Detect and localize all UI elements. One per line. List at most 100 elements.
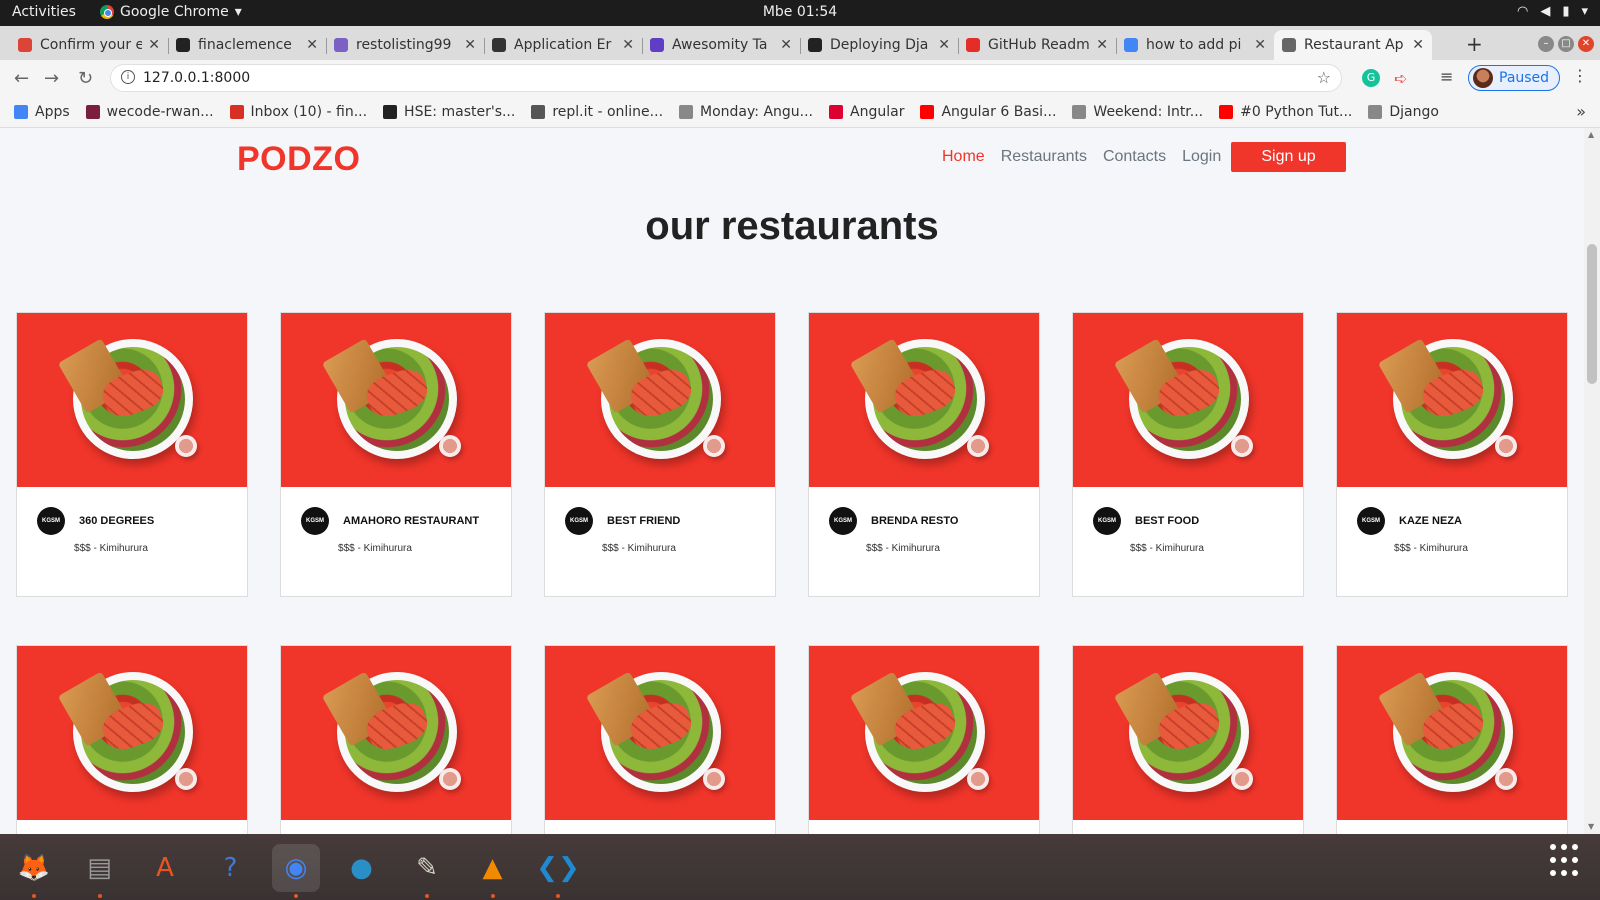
restaurant-card[interactable] [808, 645, 1040, 834]
restaurant-card[interactable]: KGSM BEST FOOD $$$ - Kimihurura [1072, 312, 1304, 597]
bookmark-star-icon[interactable]: ☆ [1317, 68, 1331, 87]
bookmark-item[interactable]: #0 Python Tut... [1219, 104, 1352, 120]
browser-tab[interactable]: Awesomity Ta ✕ [642, 30, 800, 60]
activities-button[interactable]: Activities [12, 4, 76, 20]
close-window-button[interactable]: ✕ [1578, 36, 1594, 52]
restaurant-card[interactable] [280, 645, 512, 834]
browser-tab[interactable]: Deploying Dja ✕ [800, 30, 958, 60]
forward-arrow-icon[interactable]: → [44, 68, 59, 89]
sign-up-button[interactable]: Sign up [1231, 142, 1346, 172]
bookmark-item[interactable]: Angular 6 Basi... [920, 104, 1056, 120]
vscode-icon[interactable]: ❮❯ [534, 844, 582, 898]
info-icon[interactable]: i [121, 70, 135, 84]
close-tab-icon[interactable]: ✕ [1096, 37, 1108, 53]
bookmarks-overflow-icon[interactable]: » [1576, 102, 1586, 121]
close-tab-icon[interactable]: ✕ [780, 37, 792, 53]
restaurant-name[interactable]: KAZE NEZA [1399, 515, 1462, 527]
restaurant-card[interactable] [16, 645, 248, 834]
software-center-icon[interactable]: A [141, 844, 189, 892]
close-tab-icon[interactable]: ✕ [1254, 37, 1266, 53]
help-icon[interactable]: ? [207, 844, 255, 892]
restaurant-image[interactable] [1337, 646, 1567, 820]
text-editor-icon[interactable]: ✎ [403, 844, 451, 898]
scroll-up-arrow-icon[interactable]: ▲ [1588, 130, 1594, 139]
bookmark-item[interactable]: repl.it - online... [531, 104, 663, 120]
close-tab-icon[interactable]: ✕ [938, 37, 950, 53]
bookmark-item[interactable]: Angular [829, 104, 904, 120]
address-bar[interactable]: i 127.0.0.1:8000 ☆ [110, 64, 1342, 92]
firefox-icon[interactable]: 🦊 [10, 844, 58, 898]
vlc-icon[interactable]: ▲ [469, 844, 517, 898]
nav-link-contacts[interactable]: Contacts [1103, 148, 1166, 166]
bookmark-item[interactable]: wecode-rwan... [85, 104, 214, 120]
page-scrollbar[interactable]: ▲ ▼ [1584, 128, 1600, 834]
system-tray[interactable]: ◠ ◀ ▮ ▾ [1517, 4, 1588, 19]
restaurant-name[interactable]: BRENDA RESTO [871, 515, 958, 527]
back-arrow-icon[interactable]: ← [14, 68, 29, 89]
restaurant-image[interactable] [281, 646, 511, 820]
bookmark-item[interactable]: Inbox (10) - fin... [229, 104, 367, 120]
nav-link-restaurants[interactable]: Restaurants [1001, 148, 1087, 166]
restaurant-card[interactable] [1336, 645, 1568, 834]
blue-circle-app-icon[interactable]: ● [338, 844, 386, 892]
nav-link-home[interactable]: Home [942, 148, 985, 166]
more-menu-icon[interactable]: ⋮ [1572, 66, 1588, 85]
url-text[interactable]: 127.0.0.1:8000 [143, 70, 250, 86]
chrome-icon[interactable]: ◉ [272, 844, 320, 898]
restaurant-image[interactable] [1073, 313, 1303, 487]
bookmark-item[interactable]: Apps [14, 104, 70, 120]
app-menu[interactable]: Google Chrome ▾ [100, 4, 242, 20]
restaurant-image[interactable] [545, 313, 775, 487]
close-tab-icon[interactable]: ✕ [306, 37, 318, 53]
bookmark-item[interactable]: HSE: master's... [383, 104, 515, 120]
restaurant-image[interactable] [1337, 313, 1567, 487]
restaurant-card[interactable] [1072, 645, 1304, 834]
close-tab-icon[interactable]: ✕ [464, 37, 476, 53]
browser-tab[interactable]: restolisting99 ✕ [326, 30, 484, 60]
grammarly-extension-icon[interactable]: G [1362, 69, 1380, 87]
restaurant-image[interactable] [17, 646, 247, 820]
browser-tab[interactable]: how to add pi ✕ [1116, 30, 1274, 60]
restaurant-name[interactable]: 360 DEGREES [79, 515, 154, 527]
restaurant-card[interactable]: KGSM 360 DEGREES $$$ - Kimihurura [16, 312, 248, 597]
reload-icon[interactable]: ↻ [78, 68, 93, 89]
browser-tab[interactable]: Confirm your e ✕ [10, 30, 168, 60]
site-logo[interactable]: PODZO [237, 140, 360, 179]
restaurant-name[interactable]: BEST FRIEND [607, 515, 680, 527]
restaurant-card[interactable] [544, 645, 776, 834]
restaurant-image[interactable] [809, 646, 1039, 820]
nav-link-login[interactable]: Login [1182, 148, 1221, 166]
restaurant-name[interactable]: BEST FOOD [1135, 515, 1199, 527]
restaurant-card[interactable]: KGSM AMAHORO RESTAURANT $$$ - Kimihurura [280, 312, 512, 597]
browser-tab[interactable]: Application Er ✕ [484, 30, 642, 60]
restaurant-card[interactable]: KGSM BEST FRIEND $$$ - Kimihurura [544, 312, 776, 597]
restaurant-card[interactable]: KGSM BRENDA RESTO $$$ - Kimihurura [808, 312, 1040, 597]
restaurant-image[interactable] [281, 313, 511, 487]
scrollbar-thumb[interactable] [1587, 244, 1597, 384]
maximize-button[interactable]: □ [1558, 36, 1574, 52]
browser-tab[interactable]: GitHub Readm ✕ [958, 30, 1116, 60]
extension-arrow-icon[interactable]: ➪ [1394, 69, 1407, 88]
scroll-down-arrow-icon[interactable]: ▼ [1588, 822, 1594, 831]
clock[interactable]: Mbe 01:54 [763, 4, 837, 20]
files-icon[interactable]: ▤ [76, 844, 124, 898]
profile-button[interactable]: Paused [1468, 65, 1560, 91]
browser-tab[interactable]: finaclemence ✕ [168, 30, 326, 60]
restaurant-image[interactable] [809, 313, 1039, 487]
restaurant-image[interactable] [545, 646, 775, 820]
restaurant-image[interactable] [17, 313, 247, 487]
bookmark-item[interactable]: Weekend: Intr... [1072, 104, 1203, 120]
new-tab-button[interactable]: + [1466, 32, 1483, 56]
browser-tab[interactable]: Restaurant Ap ✕ [1274, 30, 1432, 60]
close-tab-icon[interactable]: ✕ [622, 37, 634, 53]
bookmark-item[interactable]: Django [1368, 104, 1439, 120]
restaurant-name[interactable]: AMAHORO RESTAURANT [343, 515, 479, 527]
show-applications-icon[interactable] [1550, 844, 1584, 878]
restaurant-image[interactable] [1073, 646, 1303, 820]
media-queue-icon[interactable]: ≡ [1440, 67, 1453, 86]
bookmark-item[interactable]: Monday: Angu... [679, 104, 813, 120]
close-tab-icon[interactable]: ✕ [148, 37, 160, 53]
close-tab-icon[interactable]: ✕ [1412, 37, 1424, 53]
minimize-button[interactable]: – [1538, 36, 1554, 52]
restaurant-card[interactable]: KGSM KAZE NEZA $$$ - Kimihurura [1336, 312, 1568, 597]
